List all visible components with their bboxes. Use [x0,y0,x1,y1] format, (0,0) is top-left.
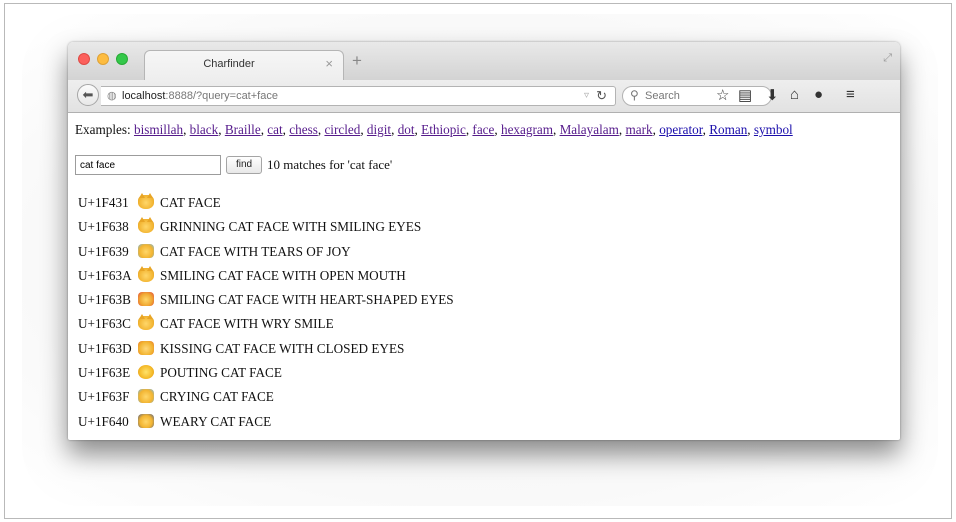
examples-line: Examples: bismillah, black, Braille, cat… [75,122,895,138]
example-link-dot[interactable]: dot [398,122,415,137]
example-link-braille[interactable]: Braille [225,122,261,137]
new-tab-icon[interactable]: + [352,51,362,71]
example-link-operator[interactable]: operator [659,122,702,137]
weary-cat-emoji-icon [138,413,154,428]
example-link-chess[interactable]: chess [289,122,318,137]
codepoint: U+1F431 [78,195,129,210]
url-bar[interactable]: ◍ localhost:8888/?query=cat+face ▿ ↻ [101,86,616,106]
result-row: U+1F63B SMILING CAT FACE WITH HEART-SHAPE… [78,292,454,316]
search-placeholder: Search [645,90,680,102]
example-link-hexagram[interactable]: hexagram [501,122,553,137]
maximize-window-button[interactable] [116,53,128,65]
character-name: CAT FACE [160,195,221,210]
example-link-ethiopic[interactable]: Ethiopic [421,122,466,137]
smirk-cat-emoji-icon [138,314,154,331]
result-row: U+1F431 CAT FACE [78,193,454,219]
url-path: :8888/?query=cat+face [165,90,278,102]
crying-cat-emoji-icon [138,389,154,404]
download-icon[interactable]: ⬇ [766,86,779,104]
cat-face-emoji-icon [138,193,154,209]
example-link-black[interactable]: black [190,122,219,137]
fullscreen-icon[interactable]: ⤢ [883,52,892,65]
character-name: CAT FACE WITH TEARS OF JOY [160,243,351,259]
tab-charfinder[interactable]: Charfinder × [144,50,344,80]
reading-list-icon[interactable]: ▤ [738,86,752,104]
codepoint: U+1F63D [78,340,132,356]
example-link-circled[interactable]: circled [324,122,360,137]
codepoint: U+1F63B [78,292,131,308]
grinning-cat-emoji-icon [138,217,154,234]
example-link-mark[interactable]: mark [625,122,652,137]
reload-icon[interactable]: ↻ [596,88,607,104]
example-separator: , [218,122,225,137]
example-link-digit[interactable]: digit [367,122,391,137]
globe-icon: ◍ [107,90,117,102]
codepoint: U+1F639 [78,243,129,259]
result-row: U+1F640 WEARY CAT FACE [78,413,454,438]
heart-eyes-cat-emoji-icon [138,292,154,307]
codepoint: U+1F63E [78,365,131,381]
result-row: U+1F63F CRYING CAT FACE [78,389,454,413]
examples-label: Examples: [75,122,131,137]
example-link-roman[interactable]: Roman [709,122,747,137]
example-separator: , [747,122,754,137]
character-name: GRINNING CAT FACE WITH SMILING EYES [160,219,422,235]
codepoint: U+1F640 [78,413,129,429]
result-row: U+1F638 GRINNING CAT FACE WITH SMILING EY… [78,217,454,243]
example-separator: , [360,122,367,137]
character-name: KISSING CAT FACE WITH CLOSED EYES [160,340,405,356]
codepoint: U+1F63C [78,316,131,332]
example-separator: , [494,122,501,137]
result-row: U+1F63E POUTING CAT FACE [78,365,454,389]
close-window-button[interactable] [78,53,90,65]
pouting-cat-emoji-icon [138,365,154,380]
character-name: SMILING CAT FACE WITH OPEN MOUTH [160,267,406,283]
dropdown-icon[interactable]: ▿ [584,90,589,101]
query-input[interactable] [75,155,221,175]
browser-window: Charfinder × + ⤢ ⬅ ◍ localhost:8888/?que… [68,42,900,440]
example-separator: , [391,122,398,137]
url-host: localhost [122,90,166,102]
example-link-cat[interactable]: cat [267,122,282,137]
character-name: CAT FACE WITH WRY SMILE [160,316,334,332]
navigation-toolbar: ⬅ ◍ localhost:8888/?query=cat+face ▿ ↻ ⚲… [68,80,900,113]
character-name: POUTING CAT FACE [160,365,282,381]
result-row: U+1F63C CAT FACE WITH WRY SMILE [78,314,454,340]
example-links: bismillah, black, Braille, cat, chess, c… [134,122,793,137]
back-icon[interactable]: ⬅ [77,84,99,106]
character-name: SMILING CAT FACE WITH HEART-SHAPED EYES [160,292,454,308]
example-separator: , [183,122,190,137]
chat-icon[interactable]: ● [814,86,823,103]
result-row: U+1F63A SMILING CAT FACE WITH OPEN MOUTH [78,265,454,292]
character-name: CRYING CAT FACE [160,389,274,405]
example-separator: , [552,122,560,137]
home-icon[interactable]: ⌂ [790,86,799,103]
match-summary: 10 matches for 'cat face' [267,157,393,172]
result-row: U+1F639 CAT FACE WITH TEARS OF JOY [78,243,454,268]
kissing-cat-emoji-icon [138,340,154,355]
codepoint: U+1F63F [78,389,130,405]
example-link-bismillah[interactable]: bismillah [134,122,183,137]
codepoint: U+1F638 [78,219,129,235]
url-text[interactable]: localhost:8888/?query=cat+face [122,90,278,102]
tab-close-icon[interactable]: × [325,56,333,71]
example-link-face[interactable]: face [472,122,494,137]
find-button[interactable]: find [226,156,262,174]
search-icon: ⚲ [630,88,639,102]
example-link-symbol[interactable]: symbol [754,122,793,137]
results-list: U+1F431 CAT FACE U+1F638 GRINNING CAT FACE … [78,193,454,438]
smiley-cat-emoji-icon [138,265,154,282]
tab-title: Charfinder [203,58,255,70]
title-bar: Charfinder × + ⤢ [68,42,900,80]
character-name: WEARY CAT FACE [160,413,272,429]
joy-cat-emoji-icon [138,243,154,258]
menu-icon[interactable]: ≡ [846,86,855,103]
bookmark-star-icon[interactable]: ☆ [716,86,729,104]
example-link-malayalam[interactable]: Malayalam [560,122,619,137]
result-row: U+1F63D KISSING CAT FACE WITH CLOSED EYES [78,340,454,365]
minimize-window-button[interactable] [97,53,109,65]
codepoint: U+1F63A [78,267,132,283]
